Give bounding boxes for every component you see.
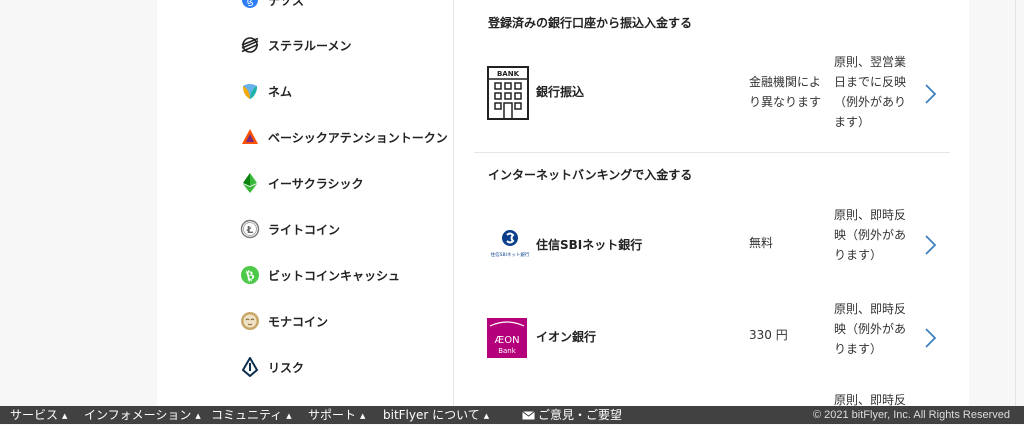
deposit-row-aeon[interactable]: ÆON Bank イオン銀行 330 円 原則、即時反映（例外があります） — [474, 297, 950, 377]
column-divider — [453, 0, 454, 406]
nem-icon — [240, 81, 260, 101]
timing-text: 原則、即時反映（例外があります） — [834, 208, 907, 262]
ethereum-classic-icon — [240, 173, 260, 193]
chevron-right-icon[interactable] — [922, 83, 938, 105]
sidebar-item-lisk[interactable]: リスク — [240, 355, 304, 379]
sidebar-item-label: ネム — [268, 84, 293, 99]
caret-up-icon: ▲ — [286, 412, 292, 420]
sidebar-item-label: リスク — [268, 360, 305, 375]
aeon-logo-text: ÆON — [494, 335, 519, 346]
footer-feedback-label: ご意見・ご要望 — [538, 408, 623, 422]
bank-building-icon: BANK — [487, 66, 529, 124]
footer-nav-about[interactable]: bitFlyer について ▲ — [383, 406, 489, 424]
sbi-logo-text: 住信SBIネット銀行 — [491, 251, 530, 258]
footer-nav-support[interactable]: サポート ▲ — [308, 406, 365, 424]
footer-nav-label: インフォメーション — [84, 408, 192, 422]
footer-nav-label: サポート — [308, 408, 357, 422]
fee-text: 金融機関により異なります — [749, 75, 822, 109]
footer-nav-community[interactable]: コミュニティ ▲ — [211, 406, 292, 424]
litecoin-icon: Ł — [240, 219, 260, 239]
sidebar-item-label: モナコイン — [268, 314, 329, 329]
sidebar-item-etc[interactable]: イーサクラシック — [240, 171, 364, 195]
content-panel: ꜩ テゾス ステラルーメン ネム ベーシックアテンショントークン イーサクラシッ… — [157, 0, 969, 406]
sidebar-item-nem[interactable]: ネム — [240, 79, 292, 103]
deposit-row-sbi[interactable]: 住信SBIネット銀行 住信SBIネット銀行 無料 原則、即時反映（例外があります… — [474, 205, 950, 285]
footer-nav-label: サービス — [10, 408, 59, 422]
bat-icon — [240, 127, 260, 147]
chevron-right-icon[interactable] — [922, 234, 938, 256]
stellar-icon — [240, 35, 260, 55]
caret-up-icon: ▲ — [483, 412, 490, 420]
sbi-logo: 住信SBIネット銀行 — [487, 227, 533, 259]
bitcoin-cash-icon: ₿ — [240, 265, 260, 285]
footer-nav-label: bitFlyer について — [383, 408, 480, 422]
aeon-logo-subtext: Bank — [498, 347, 517, 355]
bank-name: 銀行振込 — [536, 85, 585, 99]
divider — [474, 152, 950, 153]
footer-nav-information[interactable]: インフォメーション ▲ — [84, 406, 201, 424]
scrollbar-track[interactable] — [1015, 0, 1016, 406]
bank-name: 住信SBIネット銀行 — [536, 238, 643, 252]
caret-up-icon: ▲ — [195, 412, 201, 420]
caret-up-icon: ▲ — [360, 412, 366, 420]
sidebar-item-stellar[interactable]: ステラルーメン — [240, 33, 352, 57]
sidebar-item-litecoin[interactable]: Ł ライトコイン — [240, 217, 340, 241]
sidebar-item-label: ステラルーメン — [268, 38, 352, 53]
footer-feedback-link[interactable]: ご意見・ご要望 — [522, 406, 622, 424]
sidebar-item-label: テゾス — [268, 0, 305, 8]
tezos-icon: ꜩ — [240, 0, 260, 10]
svg-text:Ł: Ł — [246, 225, 254, 236]
footer-nav-service[interactable]: サービス ▲ — [10, 406, 67, 424]
sidebar-item-bch[interactable]: ₿ ビットコインキャッシュ — [240, 263, 400, 287]
sidebar-item-label: ビットコインキャッシュ — [268, 268, 401, 283]
fee-text: 330 円 — [749, 328, 788, 342]
section-title: インターネットバンキングで入金する — [488, 168, 693, 182]
envelope-icon — [522, 411, 535, 420]
footer-nav-label: コミュニティ — [211, 408, 283, 422]
bank-logo-text: BANK — [497, 70, 520, 78]
aeon-logo: ÆON Bank — [487, 318, 527, 362]
footer-bar: サービス ▲ インフォメーション ▲ コミュニティ ▲ サポート ▲ bitFlyer … — [0, 406, 1024, 424]
sidebar-item-label: ライトコイン — [268, 222, 341, 237]
svg-text:ꜩ: ꜩ — [246, 0, 253, 7]
caret-up-icon: ▲ — [62, 412, 68, 420]
timing-text: 原則、即時反 — [834, 393, 907, 406]
bank-name: イオン銀行 — [536, 330, 597, 344]
chevron-right-icon[interactable] — [922, 327, 938, 349]
sidebar-item-label: イーサクラシック — [268, 176, 364, 191]
timing-text: 原則、翌営業日までに反映（例外があります） — [834, 55, 907, 129]
sidebar-item-monacoin[interactable]: モナコイン — [240, 309, 328, 333]
sidebar-item-tezos[interactable]: ꜩ テゾス — [240, 0, 304, 12]
copyright-text: © 2021 bitFlyer, Inc. All Rights Reserve… — [812, 409, 1010, 421]
sidebar-item-bat[interactable]: ベーシックアテンショントークン — [240, 125, 448, 149]
deposit-row-partial[interactable]: 原則、即時反 — [474, 384, 950, 406]
lisk-icon — [240, 357, 260, 377]
sidebar-item-label: ベーシックアテンショントークン — [268, 130, 448, 145]
timing-text: 原則、即時反映（例外があります） — [834, 302, 907, 356]
section-title: 登録済みの銀行口座から振込入金する — [488, 16, 693, 30]
deposit-row-bank-transfer[interactable]: BANK 銀行振込 金融機関により異なります 原則、翌営業日までに反映（例外があ… — [474, 52, 950, 148]
monacoin-icon — [240, 311, 260, 331]
fee-text: 無料 — [749, 236, 774, 250]
